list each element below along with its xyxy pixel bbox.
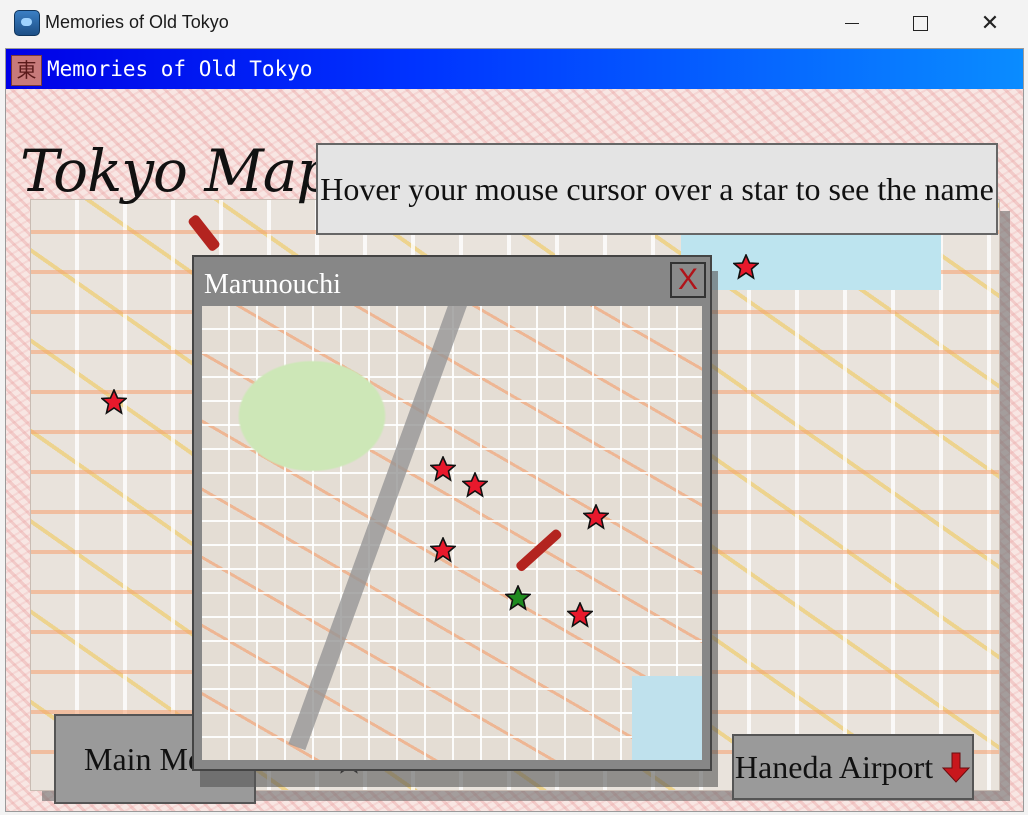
- game-window: 東 Memories of Old Tokyo Tokyo Map Hover …: [5, 48, 1024, 812]
- haneda-airport-button[interactable]: Haneda Airport: [732, 734, 974, 800]
- page-title: Tokyo Map: [20, 137, 333, 205]
- minimize-button[interactable]: [824, 0, 880, 46]
- maximize-button[interactable]: [892, 0, 948, 46]
- close-icon: ✕: [980, 10, 1000, 35]
- current-location-star[interactable]: [505, 585, 531, 611]
- map-star[interactable]: [101, 389, 127, 415]
- current-location-star-icon: [505, 585, 531, 611]
- direction-pointer: [514, 527, 563, 573]
- popup-title: Marunouchi: [204, 269, 341, 300]
- star-icon: [101, 389, 127, 415]
- railway-line: [288, 306, 470, 751]
- hint-box: Hover your mouse cursor over a star to s…: [316, 143, 998, 235]
- star-icon: [430, 537, 456, 563]
- district-star[interactable]: [430, 456, 456, 482]
- game-titlebar: 東 Memories of Old Tokyo: [6, 49, 1023, 89]
- map-star[interactable]: [733, 254, 759, 280]
- game-icon: 東: [11, 55, 42, 86]
- district-star[interactable]: [462, 472, 488, 498]
- star-icon: [462, 472, 488, 498]
- district-star[interactable]: [583, 504, 609, 530]
- os-window-title: Memories of Old Tokyo: [45, 12, 229, 32]
- game-window-title: Memories of Old Tokyo: [47, 57, 313, 81]
- star-icon: [733, 254, 759, 280]
- district-popup: Marunouchi X: [192, 255, 712, 771]
- popup-close-button[interactable]: X: [670, 262, 706, 298]
- close-icon: X: [677, 263, 698, 296]
- district-star[interactable]: [567, 602, 593, 628]
- minimize-icon: [845, 22, 859, 24]
- district-map: [202, 306, 702, 760]
- star-icon: [567, 602, 593, 628]
- os-titlebar: Memories of Old Tokyo ✕: [0, 0, 1028, 46]
- maximize-icon: [912, 15, 928, 31]
- arrow-down-icon: [941, 752, 971, 783]
- star-icon: [430, 456, 456, 482]
- star-icon: [583, 504, 609, 530]
- close-window-button[interactable]: ✕: [962, 0, 1018, 46]
- game-canvas: Tokyo Map Hover your mouse cursor over a…: [6, 89, 1023, 811]
- app-icon: [14, 10, 40, 36]
- haneda-airport-label: Haneda Airport: [734, 748, 934, 785]
- district-star[interactable]: [430, 537, 456, 563]
